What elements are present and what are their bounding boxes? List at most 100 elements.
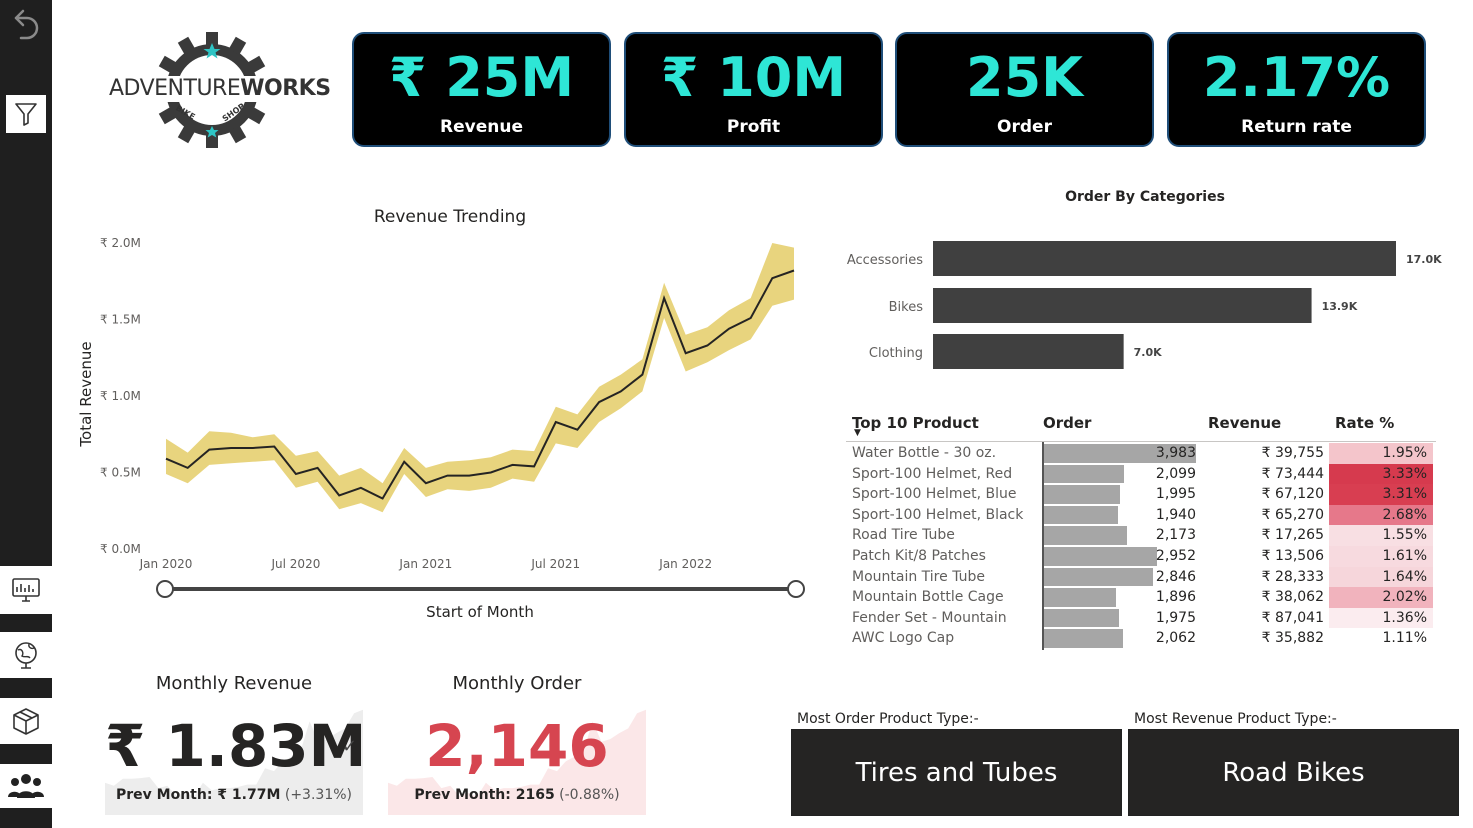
monthly-order-number: 2,146	[425, 712, 609, 780]
bar-data-label: 13.9K	[1322, 300, 1358, 313]
table-row[interactable]: Mountain Tire Tube 2,846 ₹ 28,333 1.64%	[846, 566, 1436, 588]
product-cell: AWC Logo Cap	[852, 630, 955, 647]
table-row[interactable]: Patch Kit/8 Patches 2,952 ₹ 13,506 1.61%	[846, 546, 1436, 567]
rate-cell: 1.95%	[1329, 443, 1433, 464]
back-arrow-icon[interactable]	[7, 6, 43, 42]
category-label: Bikes	[889, 300, 924, 315]
product-cell: Sport-100 Helmet, Black	[852, 506, 1024, 523]
table-row[interactable]: Sport-100 Helmet, Red 2,099 ₹ 73,444 3.33%	[846, 463, 1436, 485]
x-tick-label: Jan 2022	[658, 557, 712, 571]
table-row[interactable]: Sport-100 Helmet, Black 1,940 ₹ 65,270 2.68…	[846, 504, 1436, 526]
category-bar	[933, 241, 1396, 276]
order-cell: 1,896	[1155, 589, 1196, 606]
most-revenue-type-label: Most Revenue Product Type:-	[1134, 711, 1337, 727]
globe-icon[interactable]	[0, 632, 52, 678]
y-axis-title: Total Revenue	[77, 341, 95, 447]
categories-chart-svg: Accessories 17.0K Bikes 13.9K Clothing 7.0K	[847, 241, 1442, 369]
filter-icon[interactable]	[6, 95, 46, 133]
rate-cell: 1.64%	[1329, 566, 1433, 588]
category-bar	[933, 288, 1312, 323]
kpi-value: ₹ 10M	[660, 46, 847, 109]
product-cell: Mountain Bottle Cage	[852, 589, 1004, 606]
order-cell: 2,952	[1155, 548, 1196, 564]
table-row[interactable]: Sport-100 Helmet, Blue 1,995 ₹ 67,120 3.31%	[846, 484, 1436, 505]
revenue-cell: ₹ 17,265	[1261, 527, 1324, 544]
table-row[interactable]: AWC Logo Cap 2,062 ₹ 35,882 1.11%	[846, 628, 1436, 649]
nav-rail-panel	[0, 0, 52, 566]
x-tick-label: Jul 2020	[271, 557, 321, 571]
product-cell: Sport-100 Helmet, Red	[852, 465, 1013, 482]
order-cell: 3,983	[1155, 445, 1196, 461]
y-tick-label: ₹ 2.0M	[100, 236, 141, 250]
table-body: Water Bottle - 30 oz. 3,983 ₹ 39,755 1.95% S…	[846, 443, 1436, 653]
column-header-revenue[interactable]: Revenue	[1208, 414, 1281, 432]
x-tick-label: Jan 2021	[398, 557, 452, 571]
y-tick-label: ₹ 0.0M	[100, 542, 141, 556]
kpi-label: Order	[997, 117, 1052, 137]
table-row[interactable]: Mountain Bottle Cage 1,896 ₹ 38,062 2.02%	[846, 587, 1436, 608]
nav-rail-divider	[0, 744, 52, 764]
monthly-order-card: 2,146 ! Prev Month: 2165 (-0.88%)	[388, 698, 646, 815]
box-icon[interactable]	[0, 698, 52, 744]
rate-cell: 1.55%	[1329, 525, 1433, 546]
people-icon[interactable]	[0, 764, 52, 808]
monthly-order-value: 2,146	[388, 714, 646, 778]
slider-handle-end	[787, 580, 805, 598]
prev-month-change: (+3.31%)	[280, 787, 352, 803]
table-header-divider	[846, 441, 1436, 442]
table-row[interactable]: Road Tire Tube 2,173 ₹ 17,265 1.55%	[846, 525, 1436, 546]
logo-text-b: WORKS	[240, 76, 331, 101]
order-cell: 2,173	[1155, 527, 1196, 544]
warning-icon: !	[593, 736, 600, 755]
prev-month-label: Prev Month: ₹ 1.77M	[116, 787, 281, 803]
nav-rail	[0, 0, 52, 828]
bar-data-label: 17.0K	[1406, 253, 1442, 266]
x-tick-label: Jul 2021	[530, 557, 580, 571]
product-cell: Mountain Tire Tube	[852, 568, 985, 585]
kpi-card-return-rate: 2.17% Return rate	[1167, 32, 1426, 147]
kpi-card-profit: ₹ 10M Profit	[624, 32, 883, 147]
nav-rail-divider	[0, 678, 52, 698]
nav-rail-divider	[0, 614, 52, 632]
revenue-chart-svg: ₹ 0.0M ₹ 0.5M ₹ 1.0M ₹ 1.5M ₹ 2.0M Jan 2020 Ju…	[100, 236, 805, 598]
kpi-value: 2.17%	[1202, 46, 1391, 109]
revenue-cell: ₹ 87,041	[1261, 609, 1324, 626]
revenue-cell: ₹ 65,270	[1261, 506, 1324, 523]
product-cell: Patch Kit/8 Patches	[852, 548, 986, 564]
monthly-revenue-prev: Prev Month: ₹ 1.77M (+3.31%)	[105, 787, 363, 803]
order-by-categories-chart[interactable]: Order By Categories Accessories 17.0K Bike…	[845, 180, 1445, 380]
nav-rail-divider	[0, 808, 52, 828]
monthly-revenue-value: ₹ 1.83M	[105, 714, 366, 778]
column-header-rate[interactable]: Rate %	[1335, 414, 1394, 432]
kpi-label: Profit	[726, 117, 781, 137]
revenue-cell: ₹ 13,506	[1261, 548, 1324, 564]
order-cell: 2,099	[1155, 465, 1196, 482]
order-cell: 2,062	[1155, 630, 1196, 647]
dashboard-monitor-icon[interactable]	[0, 566, 52, 614]
most-revenue-type-value: Road Bikes	[1222, 757, 1365, 788]
revenue-cell: ₹ 35,882	[1261, 630, 1324, 647]
most-order-type-value: Tires and Tubes	[855, 757, 1058, 788]
product-cell: Fender Set - Mountain	[852, 609, 1007, 626]
kpi-card-order: 25K Order	[895, 32, 1154, 147]
rate-cell: 1.11%	[1329, 628, 1433, 649]
sort-indicator-icon[interactable]: ▼	[854, 428, 861, 438]
revenue-trending-chart[interactable]: Revenue Trending ₹ 0.0M ₹ 0.5M ₹ 1.0M ₹ 1.5…	[70, 200, 830, 630]
product-cell: Road Tire Tube	[852, 527, 955, 544]
prev-month-label: Prev Month: 2165	[414, 787, 555, 803]
monthly-revenue-number: ₹ 1.83M	[105, 712, 367, 780]
most-revenue-type-card: Road Bikes	[1128, 729, 1459, 816]
table-row[interactable]: Water Bottle - 30 oz. 3,983 ₹ 39,755 1.95%	[846, 443, 1436, 464]
table-row[interactable]: Fender Set - Mountain 1,975 ₹ 87,041 1.36%	[846, 607, 1436, 629]
revenue-cell: ₹ 38,062	[1261, 589, 1324, 606]
column-header-order[interactable]: Order	[1043, 414, 1091, 432]
order-cell: 1,995	[1155, 486, 1196, 503]
order-cell: 1,940	[1155, 506, 1196, 523]
order-cell: 1,975	[1155, 609, 1196, 626]
rate-cell: 3.31%	[1329, 484, 1433, 505]
rate-cell: 1.36%	[1329, 607, 1433, 629]
column-header-product[interactable]: Top 10 Product	[852, 414, 979, 432]
category-bar	[933, 334, 1124, 369]
category-label: Clothing	[869, 346, 923, 361]
x-tick-label: Jan 2020	[139, 557, 193, 571]
